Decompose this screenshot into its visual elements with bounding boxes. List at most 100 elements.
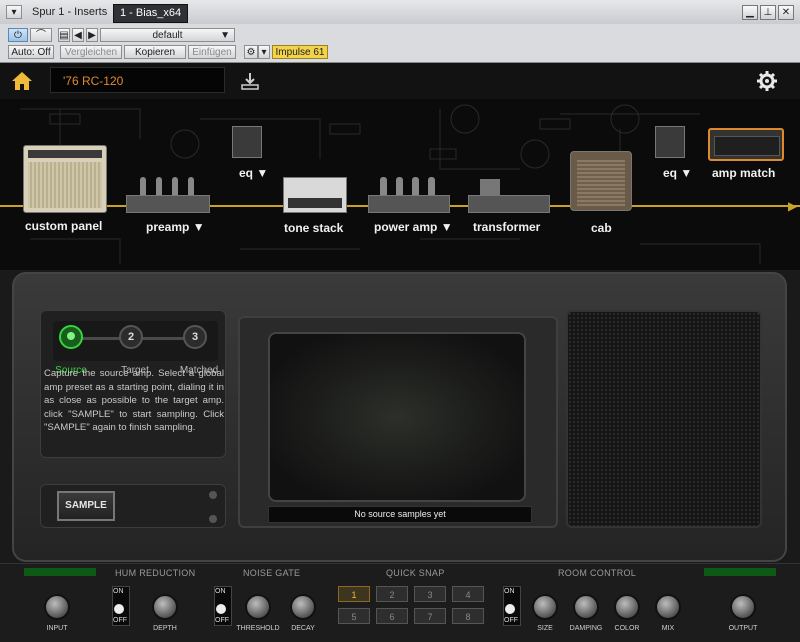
snap-button-1[interactable]: 1 <box>338 586 370 602</box>
track-tab[interactable]: Spur 1 - Inserts <box>26 4 113 21</box>
amp-control-strip <box>28 150 102 158</box>
preset-select[interactable]: default ▼ <box>100 28 235 42</box>
snap-button-4[interactable]: 4 <box>452 586 484 602</box>
copy-button[interactable]: Kopieren <box>124 45 186 59</box>
gate-switch-off-label: OFF <box>215 617 229 624</box>
output-knob[interactable] <box>730 594 756 620</box>
snap-button-7[interactable]: 7 <box>414 608 446 624</box>
power-amp-module[interactable] <box>368 195 450 213</box>
snap-button-6[interactable]: 6 <box>376 608 408 624</box>
analyzer-screen <box>268 332 526 502</box>
signal-chain: ▶ custom panel preamp ▼ eq ▼ tone stack … <box>0 99 800 270</box>
amp-match-panel: 2 3 Source Target Matched Capture the so… <box>12 272 787 562</box>
tone-stack-label[interactable]: tone stack <box>284 221 343 235</box>
chevron-down-icon: ▼ <box>220 30 230 41</box>
save-preset-icon[interactable] <box>240 71 260 91</box>
power-amp-menu[interactable]: power amp ▼ <box>374 220 453 234</box>
home-icon[interactable] <box>11 71 33 91</box>
threshold-knob[interactable] <box>245 594 271 620</box>
power-amp-tubes <box>380 177 436 195</box>
hum-reduction-header: HUM REDUCTION <box>115 568 196 578</box>
step-target-indicator: 2 <box>119 325 143 349</box>
chevron-down-icon[interactable]: ▾ <box>258 45 270 59</box>
eq-post-label: eq <box>663 166 678 180</box>
eq-pre-menu[interactable]: eq ▼ <box>239 166 268 180</box>
size-knob[interactable] <box>532 594 558 620</box>
prev-preset-icon[interactable]: ◀ <box>72 28 84 42</box>
transformer-label[interactable]: transformer <box>473 220 540 234</box>
depth-knob-label: DEPTH <box>153 625 177 632</box>
input-knob[interactable] <box>44 594 70 620</box>
snap-button-5[interactable]: 5 <box>338 608 370 624</box>
hum-switch-toggle[interactable] <box>114 604 124 614</box>
output-knob-label: OUTPUT <box>728 625 758 632</box>
snap-button-8[interactable]: 8 <box>452 608 484 624</box>
eq-pre-label: eq <box>239 166 254 180</box>
cab-label[interactable]: cab <box>591 221 612 235</box>
tone-stack-module[interactable] <box>283 177 347 213</box>
room-switch-on-label: ON <box>504 588 515 595</box>
sample-button[interactable]: SAMPLE <box>57 491 115 521</box>
plugin-tab[interactable]: 1 - Bias_x64 <box>113 4 189 23</box>
impulse-controller-badge[interactable]: Impulse 61 <box>272 45 328 59</box>
amp-match-label[interactable]: amp match <box>712 166 775 180</box>
sidechain-icon[interactable]: ⌒ <box>30 28 52 42</box>
mix-knob-label: MIX <box>661 625 675 632</box>
pin-icon[interactable]: ⊥ <box>760 5 776 20</box>
paste-button[interactable]: Einfügen <box>188 45 236 59</box>
minimize-icon[interactable]: ▁ <box>742 5 758 20</box>
chevron-down-icon: ▼ <box>680 166 693 180</box>
damping-knob[interactable] <box>573 594 599 620</box>
transformer-module[interactable] <box>468 195 550 213</box>
preamp-module[interactable] <box>126 195 210 213</box>
custom-panel-label[interactable]: custom panel <box>25 219 102 233</box>
custom-panel-amp[interactable] <box>23 145 107 213</box>
amp-match-panel <box>714 136 780 156</box>
power-icon[interactable]: ⏻ <box>8 28 28 42</box>
bottom-control-bar: HUM REDUCTION NOISE GATE QUICK SNAP ROOM… <box>0 563 800 642</box>
status-text: No source samples yet <box>268 506 532 523</box>
mix-knob[interactable] <box>655 594 681 620</box>
step-matched-indicator: 3 <box>183 325 207 349</box>
compare-button[interactable]: Vergleichen <box>60 45 122 59</box>
track-menu-icon[interactable]: ▾ <box>6 5 22 19</box>
quick-snap-grid: 1 2 3 4 5 6 7 8 <box>338 586 488 626</box>
chevron-down-icon: ▼ <box>440 220 453 234</box>
analyzer-bezel: No source samples yet <box>238 316 558 528</box>
eq-post-module[interactable] <box>655 126 685 158</box>
instruction-text: Capture the source amp. Select a global … <box>44 368 224 433</box>
hum-switch-on-label: ON <box>113 588 124 595</box>
eq-pre-module[interactable] <box>232 126 262 158</box>
snap-button-3[interactable]: 3 <box>414 586 446 602</box>
host-toolbar: ⏻ ⌒ ▤ ◀ ▶ default ▼ Auto: Off Vergleiche… <box>0 24 800 63</box>
host-title-bar: ▾ Spur 1 - Inserts 1 - Bias_x64 ▁ ⊥ ✕ <box>0 0 800 25</box>
sample-panel: SAMPLE <box>40 484 226 528</box>
eq-post-menu[interactable]: eq ▼ <box>663 166 692 180</box>
gate-switch-on-label: ON <box>215 588 226 595</box>
settings-gear-icon[interactable] <box>756 70 778 92</box>
snap-button-2[interactable]: 2 <box>376 586 408 602</box>
step-source-indicator <box>59 325 83 349</box>
auto-off-button[interactable]: Auto: Off <box>8 45 54 59</box>
preset-name-display[interactable]: '76 RC-120 <box>50 67 225 93</box>
power-amp-label: power amp <box>374 220 438 234</box>
preamp-menu[interactable]: preamp ▼ <box>146 220 205 234</box>
speaker-grille <box>566 310 762 528</box>
screw-icon <box>209 491 217 499</box>
room-switch-off-label: OFF <box>504 617 518 624</box>
amp-match-module[interactable] <box>708 128 784 161</box>
decay-knob[interactable] <box>290 594 316 620</box>
settings-small-icon[interactable]: ⚙ <box>244 45 258 59</box>
input-meter <box>24 568 96 576</box>
noise-gate-header: NOISE GATE <box>243 568 301 578</box>
gate-switch-toggle[interactable] <box>216 604 226 614</box>
next-preset-icon[interactable]: ▶ <box>86 28 98 42</box>
room-switch-toggle[interactable] <box>505 604 515 614</box>
cab-module[interactable] <box>570 151 632 211</box>
color-knob[interactable] <box>614 594 640 620</box>
preset-list-icon[interactable]: ▤ <box>58 28 70 42</box>
close-icon[interactable]: ✕ <box>778 5 794 20</box>
depth-knob[interactable] <box>152 594 178 620</box>
preamp-tubes <box>140 177 196 195</box>
preset-select-value: default <box>152 30 183 41</box>
